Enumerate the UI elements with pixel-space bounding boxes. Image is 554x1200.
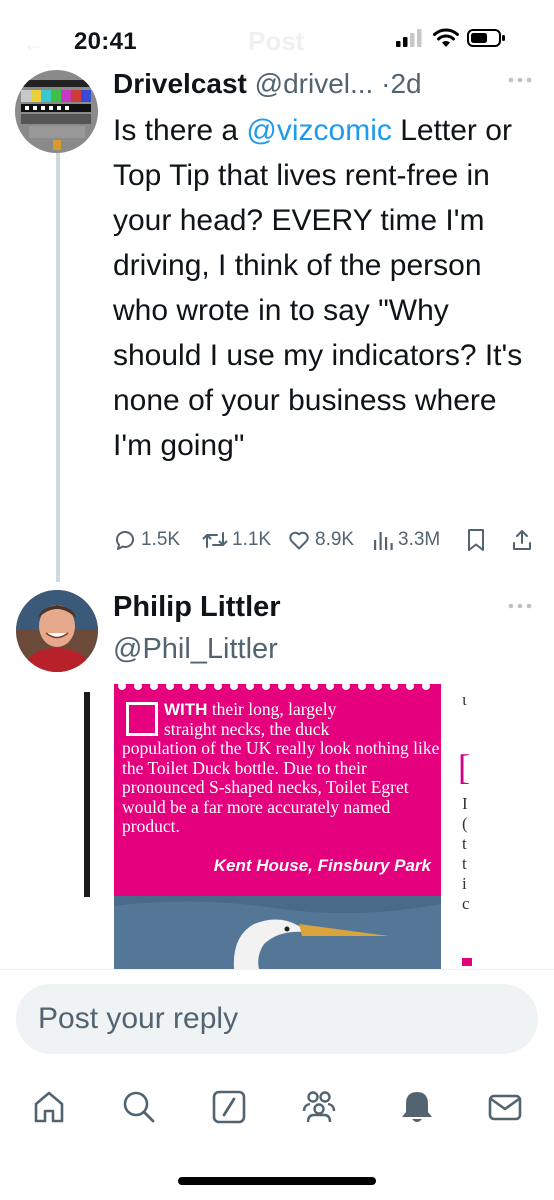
battery-icon [467, 29, 505, 47]
author-name[interactable]: Drivelcast [113, 68, 247, 99]
reply-placeholder: Post your reply [38, 1002, 239, 1035]
view-count: 3.3M [398, 529, 441, 550]
status-time: 20:41 [74, 28, 137, 55]
avatar[interactable] [15, 70, 98, 153]
side-letter: ι [462, 690, 467, 709]
media-carousel-edge [84, 692, 90, 897]
reply-icon [115, 531, 134, 550]
next-media-peek[interactable]: ι [ I ( t t i c [458, 690, 478, 970]
reply-button[interactable]: 1.5K [113, 524, 180, 556]
like-count: 8.9K [315, 529, 355, 550]
post-time[interactable]: 2d [390, 68, 421, 99]
views-button[interactable]: 3.3M [372, 524, 440, 556]
cellular-signal-icon [396, 29, 422, 47]
status-icons [395, 28, 507, 48]
side-letter: c [462, 894, 470, 913]
author-name[interactable]: Philip Littler [113, 588, 281, 626]
media-image[interactable]: WITH their long, largely straight necks,… [114, 684, 441, 969]
reply-input[interactable]: Post your reply [16, 984, 538, 1054]
tweet-text: Is there a @vizcomic Letter or Top Tip t… [113, 108, 538, 468]
side-letter: ( [462, 814, 468, 833]
author-handle[interactable]: @Phil_Littler [113, 630, 278, 668]
grok-icon[interactable] [202, 1080, 256, 1134]
letter-signature: Kent House, Finsbury Park [213, 856, 431, 875]
reply-count: 1.5K [141, 529, 181, 550]
side-letter: i [462, 874, 467, 893]
more-options-icon[interactable] [508, 72, 532, 90]
communities-icon[interactable] [292, 1080, 346, 1134]
side-letter: I [462, 794, 468, 813]
mention-link[interactable]: @vizcomic [246, 114, 391, 147]
side-letter: t [462, 834, 467, 853]
home-icon[interactable] [22, 1080, 76, 1134]
side-letter: t [462, 854, 467, 873]
page-title: Post [248, 26, 305, 56]
bookmark-icon [468, 529, 484, 551]
author-handle[interactable]: @drivel... [255, 68, 374, 99]
back-arrow-icon[interactable]: ← [22, 30, 46, 58]
bottom-tab-bar [0, 1080, 554, 1140]
repost-count: 1.1K [232, 529, 272, 550]
tweet-text-rest: Letter or Top Tip that lives rent-free i… [113, 114, 523, 462]
share-button[interactable] [511, 524, 533, 556]
magazine-letter-text: WITH their long, largely straight necks,… [122, 699, 440, 837]
lead-word: WITH [164, 700, 208, 719]
tweet-actions: 1.5K 1.1K 8.9K 3.3M [113, 524, 538, 556]
pink-mark [462, 958, 472, 966]
letter-body: population of the UK really look nothing… [122, 738, 440, 836]
avatar[interactable] [16, 590, 98, 672]
bookmark-button[interactable] [466, 524, 486, 556]
tweet-text-start: Is there a [113, 114, 247, 147]
repost-icon [202, 532, 228, 548]
line2: straight necks, the duck [164, 718, 330, 739]
divider [0, 969, 554, 970]
thread-connector [56, 150, 60, 582]
search-icon[interactable] [112, 1080, 166, 1134]
notifications-icon[interactable] [390, 1080, 444, 1134]
repost-button[interactable]: 1.1K [202, 524, 271, 556]
messages-icon[interactable] [478, 1080, 532, 1134]
views-chart-icon [374, 532, 393, 550]
wifi-icon [433, 28, 459, 47]
home-indicator[interactable] [178, 1177, 376, 1185]
like-button[interactable]: 8.9K [287, 524, 354, 556]
tweet-author-line: Drivelcast @drivel... ·2d [113, 64, 533, 104]
heart-icon [289, 531, 309, 550]
egret-photo [114, 896, 441, 969]
line1-rest: their long, largely [207, 699, 337, 719]
side-letter: [ [458, 747, 470, 787]
perforated-edge [118, 684, 430, 690]
more-options-icon[interactable] [508, 598, 532, 616]
share-icon [513, 530, 531, 550]
